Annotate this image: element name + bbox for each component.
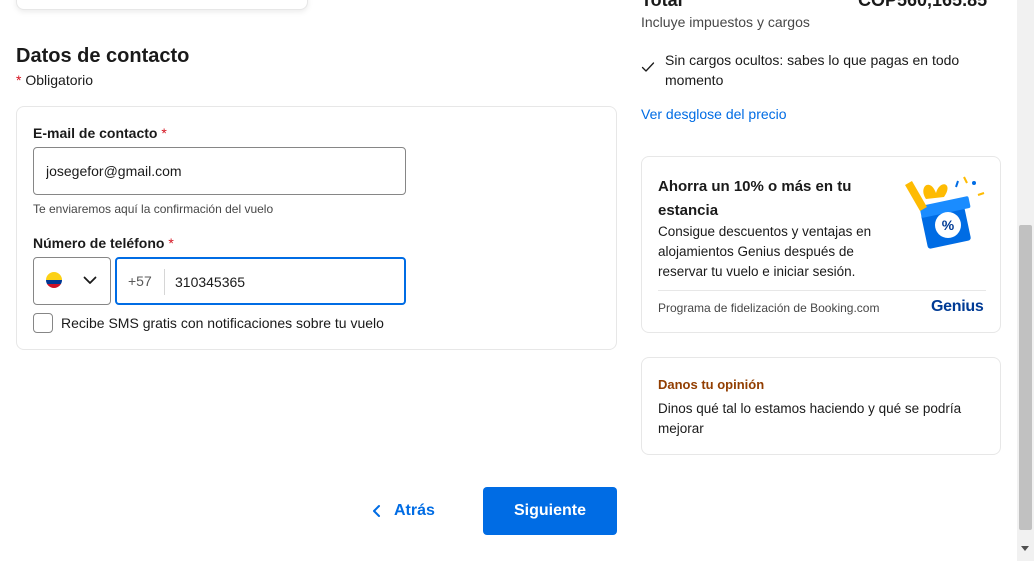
phone-label-text: Número de teléfono [33, 235, 165, 251]
country-code-select[interactable] [33, 257, 111, 305]
colombia-flag-icon [46, 272, 62, 288]
phone-field[interactable]: +57 [115, 257, 406, 305]
back-button-label: Atrás [394, 502, 435, 519]
phone-required-star: * [168, 235, 174, 251]
email-helper-text: Te enviaremos aquí la confirmación del v… [33, 202, 274, 216]
total-label: Total [641, 0, 683, 10]
prefix-divider [164, 269, 165, 295]
genius-title: Ahorra un 10% o más en tu estancia [658, 178, 852, 219]
phone-label: Número de teléfono * [33, 235, 174, 251]
previous-card [16, 0, 308, 10]
email-required-star: * [161, 125, 167, 141]
required-text: Obligatorio [25, 72, 94, 88]
required-star: * [16, 72, 22, 88]
feedback-description: Dinos qué tal lo estamos haciendo y qué … [658, 401, 962, 436]
genius-card[interactable]: Ahorra un 10% o más en tu estancia Consi… [641, 156, 1001, 333]
gift-icon: % [905, 176, 985, 249]
email-label-text: E-mail de contacto [33, 125, 158, 141]
next-button[interactable]: Siguiente [483, 487, 617, 535]
back-button[interactable]: Atrás [370, 494, 435, 528]
phone-input[interactable] [175, 271, 395, 293]
contact-card [16, 106, 617, 350]
sms-checkbox-label[interactable]: Recibe SMS gratis con notificaciones sob… [61, 315, 384, 331]
sms-checkbox[interactable] [33, 313, 53, 333]
total-value: COP560,165.85 [858, 0, 988, 10]
genius-divider [658, 290, 986, 291]
no-hidden-fees-text: Sin cargos ocultos: sabes lo que pagas e… [665, 52, 960, 88]
section-title: Datos de contacto [16, 45, 190, 67]
email-label: E-mail de contacto * [33, 125, 167, 141]
feedback-title: Danos tu opinión [658, 377, 765, 392]
chevron-left-icon [373, 505, 380, 517]
country-prefix: +57 [128, 273, 152, 289]
gift-percent-badge: % [942, 217, 955, 233]
page-scrollbar[interactable] [1017, 0, 1034, 561]
feedback-card[interactable]: Danos tu opinión Dinos qué tal lo estamo… [641, 357, 1001, 455]
email-field[interactable] [33, 147, 406, 195]
checkmark-icon [641, 62, 655, 72]
genius-program-text: Programa de fidelización de Booking.com [658, 301, 880, 315]
required-note: * Obligatorio [16, 72, 93, 88]
genius-logo: Genius [931, 298, 984, 315]
genius-description: Consigue descuentos y ventajas en alojam… [658, 224, 872, 279]
scroll-down-arrow-icon[interactable] [1021, 546, 1029, 551]
scrollbar-thumb[interactable] [1019, 225, 1032, 530]
price-breakdown-link[interactable]: Ver desglose del precio [641, 106, 787, 122]
chevron-down-icon [83, 276, 97, 284]
includes-taxes-text: Incluye impuestos y cargos [641, 14, 810, 30]
